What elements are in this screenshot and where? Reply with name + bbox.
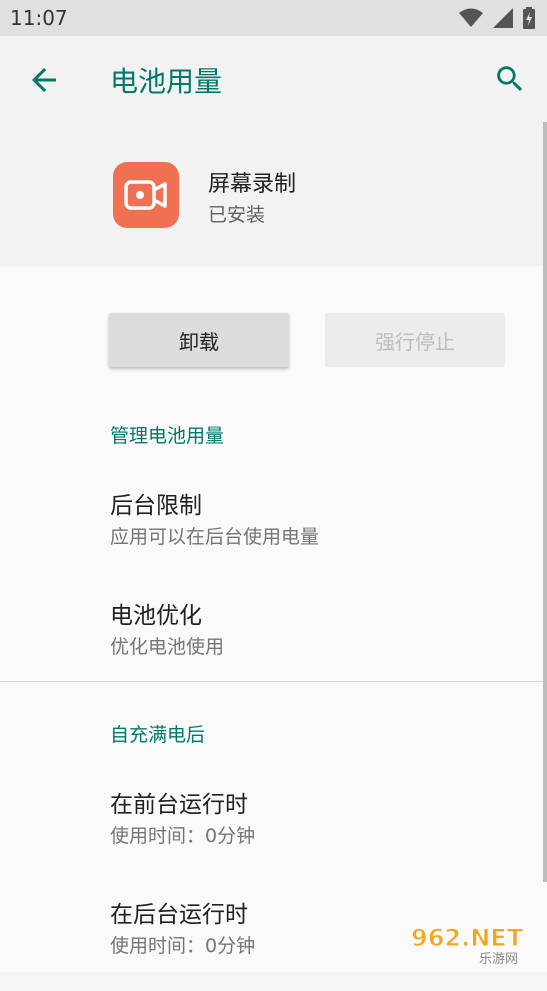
force-stop-button[interactable]: 强行停止	[325, 313, 505, 367]
status-bar: 11:07	[0, 0, 547, 36]
signal-icon	[493, 8, 513, 28]
list-item-subtitle: 使用时间：0分钟	[110, 825, 256, 847]
app-bar: 电池用量	[0, 36, 547, 122]
battery-charging-icon	[523, 7, 535, 29]
list-item-subtitle: 应用可以在后台使用电量	[110, 526, 320, 548]
list-item-subtitle: 使用时间：0分钟	[110, 935, 256, 957]
battery-settings-content: 卸载 强行停止 管理电池用量 后台限制 应用可以在后台使用电量 电池优化 优化电…	[0, 266, 547, 972]
list-item-title: 在前台运行时	[110, 792, 248, 818]
list-item-background-restriction[interactable]: 后台限制 应用可以在后台使用电量	[0, 486, 547, 582]
app-install-status: 已安装	[208, 204, 266, 226]
search-icon[interactable]	[493, 62, 527, 96]
back-arrow-icon[interactable]	[26, 62, 62, 98]
list-item-battery-optimization[interactable]: 电池优化 优化电池使用	[0, 596, 547, 692]
app-name: 屏幕录制	[208, 172, 297, 197]
watermark-text: 962.NET	[411, 924, 524, 952]
section-divider	[0, 681, 547, 682]
wifi-icon	[459, 8, 483, 27]
status-time: 11:07	[10, 6, 68, 30]
page-title: 电池用量	[110, 65, 223, 98]
section-header-manage-battery: 管理电池用量	[110, 425, 225, 447]
list-item-title: 电池优化	[110, 603, 202, 629]
video-camera-icon	[124, 180, 167, 210]
watermark-subtext: 乐游网	[479, 952, 518, 966]
list-item-foreground-usage[interactable]: 在前台运行时 使用时间：0分钟	[0, 785, 547, 881]
app-icon	[113, 162, 179, 228]
watermark-logo: 962.NET 乐游网	[411, 924, 525, 967]
status-icons	[459, 7, 535, 29]
uninstall-button[interactable]: 卸载	[109, 313, 289, 367]
section-header-since-full-charge: 自充满电后	[110, 724, 206, 746]
scrollbar[interactable]	[543, 122, 547, 882]
list-item-title: 后台限制	[110, 493, 202, 519]
app-header: 屏幕录制 已安装	[0, 122, 547, 266]
list-item-title: 在后台运行时	[110, 902, 248, 928]
list-item-subtitle: 优化电池使用	[110, 636, 225, 658]
